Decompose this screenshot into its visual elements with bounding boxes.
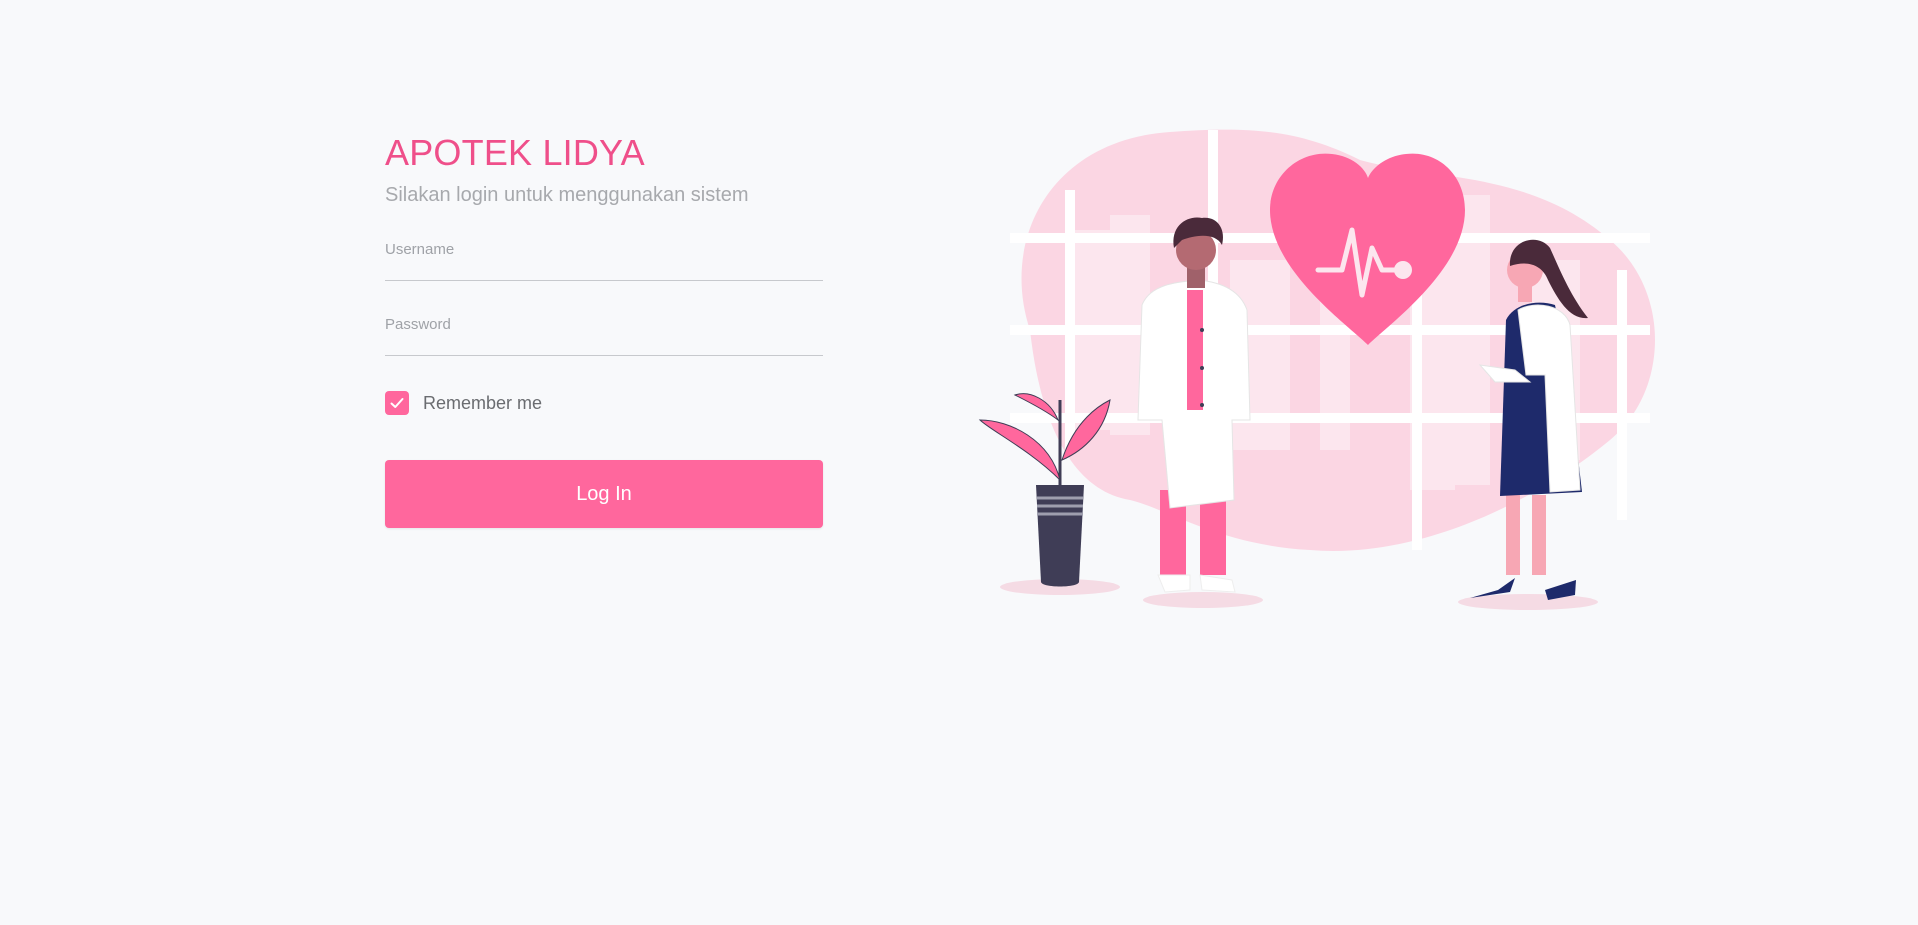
password-field[interactable]: Password: [385, 306, 827, 356]
login-subtitle: Silakan login untuk menggunakan sistem: [385, 184, 749, 206]
heartbeat-dot: [1394, 261, 1412, 279]
login-button[interactable]: Log In: [385, 460, 823, 528]
plant-pot: [1036, 485, 1084, 587]
checkmark-icon: [390, 398, 404, 408]
doctors-heart-illustration: [978, 129, 1655, 610]
remember-me-checkbox[interactable]: [385, 391, 409, 415]
password-input[interactable]: [385, 331, 827, 351]
login-page: APOTEK LIDYA Silakan login untuk menggun…: [0, 0, 1918, 925]
brand-title: APOTEK LIDYA: [385, 132, 645, 173]
remember-me-label: Remember me: [423, 392, 543, 413]
remember-me-row: Remember me: [385, 390, 823, 416]
login-panel: APOTEK LIDYA Silakan login untuk menggun…: [385, 128, 827, 528]
username-field[interactable]: Username: [385, 231, 827, 281]
username-input[interactable]: [385, 256, 827, 276]
